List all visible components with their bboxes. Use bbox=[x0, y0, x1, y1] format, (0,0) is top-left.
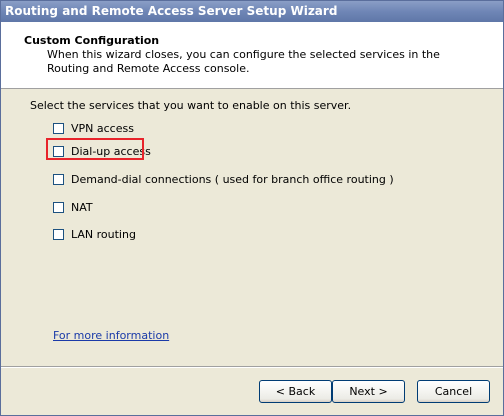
lan-routing-checkbox[interactable] bbox=[53, 228, 64, 240]
wizard-window: Routing and Remote Access Server Setup W… bbox=[0, 0, 504, 416]
wizard-body: Select the services that you want to ena… bbox=[1, 89, 503, 367]
option-demand-dial[interactable]: Demand-dial connections ( used for branc… bbox=[53, 171, 394, 187]
option-vpn-access[interactable]: VPN access bbox=[53, 120, 134, 136]
next-button[interactable]: Next > bbox=[332, 380, 405, 403]
services-prompt: Select the services that you want to ena… bbox=[30, 99, 352, 112]
back-button[interactable]: < Back bbox=[259, 380, 332, 403]
option-lan-routing[interactable]: LAN routing bbox=[53, 226, 136, 242]
vpn-access-label: VPN access bbox=[71, 121, 134, 135]
lan-routing-label: LAN routing bbox=[71, 227, 136, 241]
nat-checkbox[interactable] bbox=[53, 201, 64, 213]
demand-dial-label: Demand-dial connections ( used for branc… bbox=[71, 172, 394, 186]
nat-label: NAT bbox=[71, 200, 93, 214]
cancel-button[interactable]: Cancel bbox=[417, 380, 490, 403]
wizard-header: Custom Configuration When this wizard cl… bbox=[1, 22, 503, 89]
footer-separator bbox=[1, 366, 503, 368]
page-title: Custom Configuration bbox=[24, 34, 160, 47]
window-titlebar[interactable]: Routing and Remote Access Server Setup W… bbox=[1, 1, 503, 22]
window-title: Routing and Remote Access Server Setup W… bbox=[5, 4, 338, 18]
more-information-link[interactable]: For more information bbox=[53, 329, 169, 342]
vpn-access-checkbox[interactable] bbox=[53, 122, 64, 134]
highlight-box bbox=[46, 138, 144, 160]
page-description: When this wizard closes, you can configu… bbox=[47, 48, 440, 75]
demand-dial-checkbox[interactable] bbox=[53, 173, 64, 185]
option-nat[interactable]: NAT bbox=[53, 199, 93, 215]
